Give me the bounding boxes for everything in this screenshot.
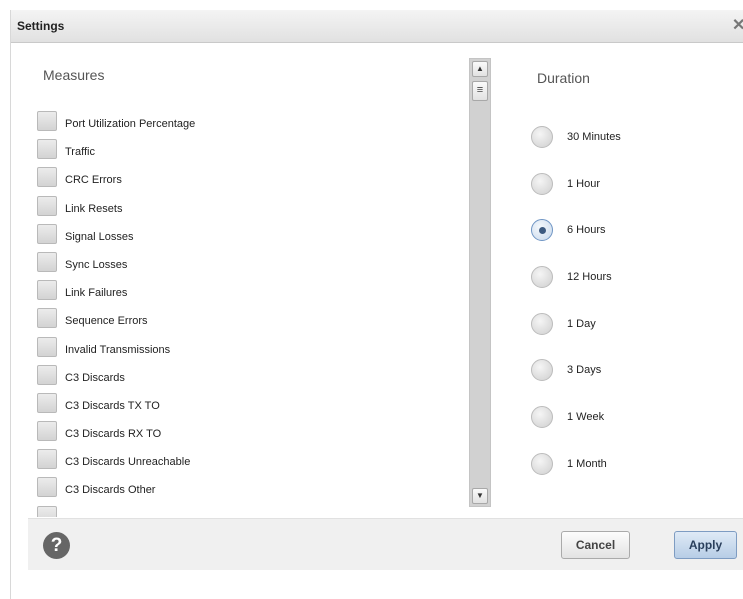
duration-radio[interactable] — [531, 359, 553, 382]
duration-option[interactable]: 1 Day — [531, 312, 731, 360]
dialog-footer: ? Cancel Apply — [28, 518, 743, 570]
duration-label: 1 Month — [567, 457, 607, 470]
measure-item[interactable]: Link Resets — [37, 195, 457, 224]
measure-checkbox[interactable] — [37, 111, 57, 131]
measure-label: Sync Losses — [65, 258, 128, 271]
measure-item[interactable]: Sync Losses — [37, 251, 457, 280]
duration-radio[interactable] — [531, 126, 553, 148]
measure-checkbox[interactable] — [37, 505, 57, 517]
duration-radio[interactable] — [531, 266, 553, 289]
measures-scrollbar[interactable]: ▲ ≡ ▼ — [469, 58, 491, 507]
measure-checkbox[interactable] — [37, 223, 57, 244]
measure-item[interactable]: Link Failures — [37, 280, 457, 308]
duration-radio[interactable] — [531, 452, 553, 475]
dialog-titlebar: Settings — [11, 10, 743, 43]
measure-label: Link Failures — [65, 287, 128, 300]
duration-label: 1 Day — [567, 317, 596, 330]
measure-label: Link Resets — [65, 202, 123, 215]
close-icon[interactable]: ✕ — [732, 15, 743, 35]
apply-button[interactable]: Apply — [674, 531, 737, 559]
measure-label: Port Utilization Percentage — [65, 118, 196, 130]
duration-option[interactable]: 12 Hours — [531, 266, 731, 313]
duration-label: 3 Days — [567, 364, 602, 377]
settings-dialog: Settings ✕ Measures Port Utilization Per… — [10, 10, 743, 599]
duration-options: 30 Minutes 1 Hour 6 Hours 12 Hours 1 Day 3 Da… — [531, 126, 731, 500]
measure-checkbox[interactable] — [37, 280, 57, 301]
measure-item[interactable]: C3 Discards Other — [37, 477, 457, 505]
duration-radio[interactable] — [531, 406, 553, 429]
measure-label: C3 Discards TX TO — [65, 399, 160, 412]
measures-list: Port Utilization Percentage Traffic CRC Er… — [37, 111, 457, 517]
measure-item[interactable]: C3 Discards Unreachable — [37, 449, 457, 477]
measure-label: C3 Discards RX TO — [65, 428, 162, 441]
duration-heading: Duration — [537, 70, 590, 86]
duration-option[interactable]: 1 Month — [531, 452, 731, 500]
measure-item[interactable]: C3 Discards — [37, 364, 457, 393]
duration-option[interactable]: 1 Week — [531, 406, 731, 453]
measure-checkbox[interactable] — [37, 195, 57, 216]
measure-checkbox[interactable] — [37, 251, 57, 272]
scroll-up-button[interactable]: ▲ — [472, 61, 488, 77]
measures-heading: Measures — [43, 67, 105, 83]
measure-label: C3 Discards Unreachable — [65, 456, 191, 469]
measure-label: Invalid Transmissions — [65, 343, 171, 356]
duration-option[interactable]: 3 Days — [531, 359, 731, 406]
measure-checkbox[interactable] — [37, 449, 57, 470]
measure-label: Traffic — [65, 146, 95, 159]
measure-checkbox[interactable] — [37, 477, 57, 498]
measure-item[interactable]: Traffic — [37, 139, 457, 167]
measure-checkbox[interactable] — [37, 139, 57, 160]
measure-item[interactable]: Invalid Transmissions — [37, 336, 457, 365]
measure-checkbox[interactable] — [37, 336, 57, 357]
duration-label: 12 Hours — [567, 271, 612, 284]
measure-checkbox[interactable] — [37, 421, 57, 442]
duration-label: 1 Hour — [567, 177, 601, 190]
measure-item[interactable]: Sequence Errors — [37, 308, 457, 336]
measure-item[interactable]: Signal Losses — [37, 223, 457, 252]
measure-label: Signal Losses — [65, 230, 134, 243]
scroll-down-button[interactable]: ▼ — [472, 488, 488, 504]
cancel-button[interactable]: Cancel — [561, 531, 630, 559]
duration-label: 1 Week — [567, 411, 605, 424]
duration-radio[interactable] — [531, 172, 553, 195]
measure-checkbox[interactable] — [37, 308, 57, 329]
dialog-title: Settings — [17, 19, 65, 33]
measure-label: C3 Discards — [65, 371, 125, 384]
duration-label: 6 Hours — [567, 224, 606, 237]
duration-option[interactable]: 6 Hours — [531, 219, 731, 266]
duration-label: 30 Minutes — [567, 131, 621, 143]
duration-option[interactable]: 1 Hour — [531, 172, 731, 220]
measure-checkbox[interactable] — [37, 392, 57, 413]
scroll-thumb[interactable]: ≡ — [472, 81, 488, 101]
duration-option[interactable]: 30 Minutes — [531, 126, 731, 173]
duration-radio[interactable] — [531, 219, 553, 242]
measure-label: CRC Errors — [65, 174, 122, 187]
measure-label: Sequence Errors — [65, 315, 148, 328]
measure-item[interactable]: C3 Discards TX TO — [37, 392, 457, 421]
measure-item[interactable] — [37, 505, 457, 517]
measure-item[interactable]: C3 Discards RX TO — [37, 421, 457, 449]
duration-radio[interactable] — [531, 312, 553, 335]
measure-item[interactable]: Port Utilization Percentage — [37, 111, 457, 139]
measure-checkbox[interactable] — [37, 167, 57, 188]
measure-checkbox[interactable] — [37, 364, 57, 385]
measure-label: C3 Discards Other — [65, 484, 156, 497]
measure-item[interactable]: CRC Errors — [37, 167, 457, 195]
help-icon[interactable]: ? — [43, 532, 70, 559]
